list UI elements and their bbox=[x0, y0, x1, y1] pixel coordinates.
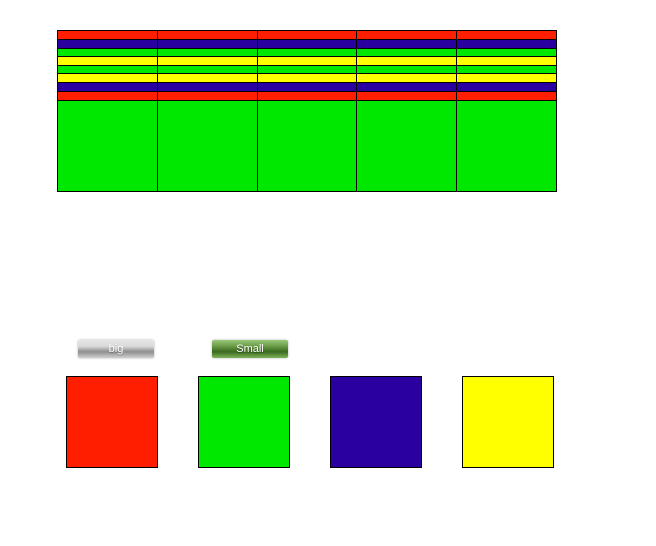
grid-cell bbox=[258, 57, 358, 65]
grid-cell bbox=[457, 66, 556, 73]
grid-cell bbox=[258, 74, 358, 82]
color-swatches bbox=[66, 376, 554, 468]
grid-cell bbox=[58, 31, 158, 39]
grid-cell bbox=[457, 57, 556, 65]
swatch-yellow[interactable] bbox=[462, 376, 554, 468]
swatch-green[interactable] bbox=[198, 376, 290, 468]
grid-cell bbox=[58, 49, 158, 56]
grid-cell bbox=[357, 40, 457, 48]
small-button[interactable]: Small bbox=[212, 340, 288, 358]
grid-cell bbox=[58, 74, 158, 82]
grid-cell bbox=[258, 49, 358, 56]
grid-cell bbox=[258, 31, 358, 39]
swatch-red[interactable] bbox=[66, 376, 158, 468]
grid-cell bbox=[158, 57, 258, 65]
grid-cell bbox=[457, 92, 556, 100]
grid-cell bbox=[158, 66, 258, 73]
grid-cell bbox=[357, 92, 457, 100]
grid-cell bbox=[58, 66, 158, 73]
grid-cell bbox=[158, 40, 258, 48]
grid-cell bbox=[357, 57, 457, 65]
grid-cell bbox=[357, 31, 457, 39]
grid-cell bbox=[357, 74, 457, 82]
grid-cell bbox=[357, 83, 457, 91]
grid-cell bbox=[158, 92, 258, 100]
grid-cell bbox=[158, 101, 258, 191]
grid-cell bbox=[457, 49, 556, 56]
grid-cell bbox=[357, 101, 457, 191]
grid-cell bbox=[58, 40, 158, 48]
grid-cell bbox=[258, 92, 358, 100]
grid-cell bbox=[457, 40, 556, 48]
stacked-grid bbox=[57, 30, 557, 192]
grid-cell bbox=[457, 74, 556, 82]
grid-cell bbox=[457, 31, 556, 39]
grid-cell bbox=[258, 101, 358, 191]
grid-cell bbox=[58, 92, 158, 100]
grid-cell bbox=[158, 74, 258, 82]
grid-cell bbox=[258, 83, 358, 91]
controls: big Small bbox=[78, 340, 288, 358]
grid-cell bbox=[58, 83, 158, 91]
grid-cell bbox=[457, 101, 556, 191]
grid-cell bbox=[258, 40, 358, 48]
grid-cell bbox=[158, 31, 258, 39]
grid-cell bbox=[58, 101, 158, 191]
grid-cell bbox=[158, 83, 258, 91]
grid-cell bbox=[258, 66, 358, 73]
grid-cell bbox=[357, 66, 457, 73]
big-button[interactable]: big bbox=[78, 340, 154, 358]
grid-cell bbox=[58, 57, 158, 65]
grid-cell bbox=[357, 49, 457, 56]
grid-cell bbox=[457, 83, 556, 91]
swatch-blue[interactable] bbox=[330, 376, 422, 468]
grid-cell bbox=[158, 49, 258, 56]
